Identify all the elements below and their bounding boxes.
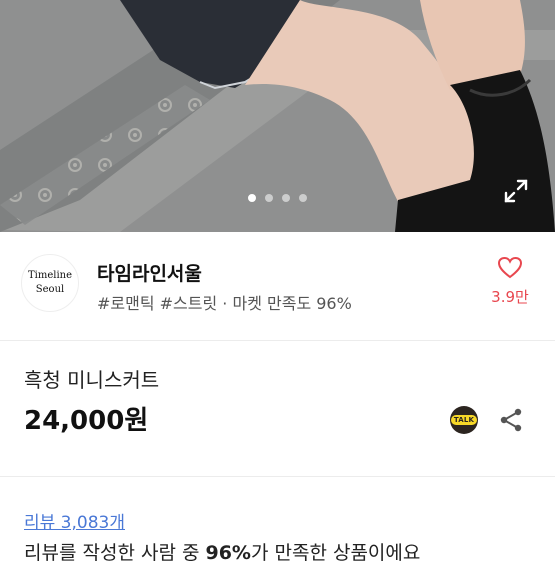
favorite-button[interactable]: 3.9만 (485, 256, 535, 307)
heart-outline-icon (497, 256, 523, 279)
carousel-dots (0, 194, 555, 202)
product-photo[interactable] (0, 0, 555, 232)
carousel-dot[interactable] (299, 194, 307, 202)
shop-tags: #로맨틱 #스트릿 · 마켓 만족도 96% (97, 294, 352, 313)
product-price: 24,000원 (24, 406, 149, 436)
shop-logo[interactable]: Timeline Seoul (21, 254, 79, 312)
expand-icon[interactable] (503, 178, 529, 204)
share-icon[interactable] (499, 407, 523, 433)
carousel-dot-active[interactable] (248, 194, 256, 202)
review-count-link[interactable]: 리뷰 3,083개 (24, 508, 125, 533)
shop-name[interactable]: 타임라인서울 (97, 259, 202, 286)
shop-logo-line2: Seoul (35, 284, 65, 295)
review-summary-suffix: 가 만족한 상품이에요 (250, 542, 421, 564)
review-summary: 리뷰를 작성한 사람 중 96%가 만족한 상품이에요 (24, 538, 420, 565)
product-name: 흑청 미니스커트 (24, 368, 160, 392)
carousel-dot[interactable] (265, 194, 273, 202)
review-summary-percent: 96% (205, 542, 251, 564)
shop-info[interactable]: Timeline Seoul 타임라인서울 #로맨틱 #스트릿 · 마켓 만족도… (0, 232, 555, 341)
review-summary-prefix: 리뷰를 작성한 사람 중 (24, 542, 206, 564)
shop-logo-line1: Timeline (27, 270, 73, 281)
section-divider (0, 476, 555, 477)
carousel-dot[interactable] (282, 194, 290, 202)
favorite-count: 3.9만 (491, 288, 529, 306)
kakaotalk-button[interactable]: TALK (450, 406, 478, 434)
kakaotalk-icon: TALK (450, 415, 478, 425)
